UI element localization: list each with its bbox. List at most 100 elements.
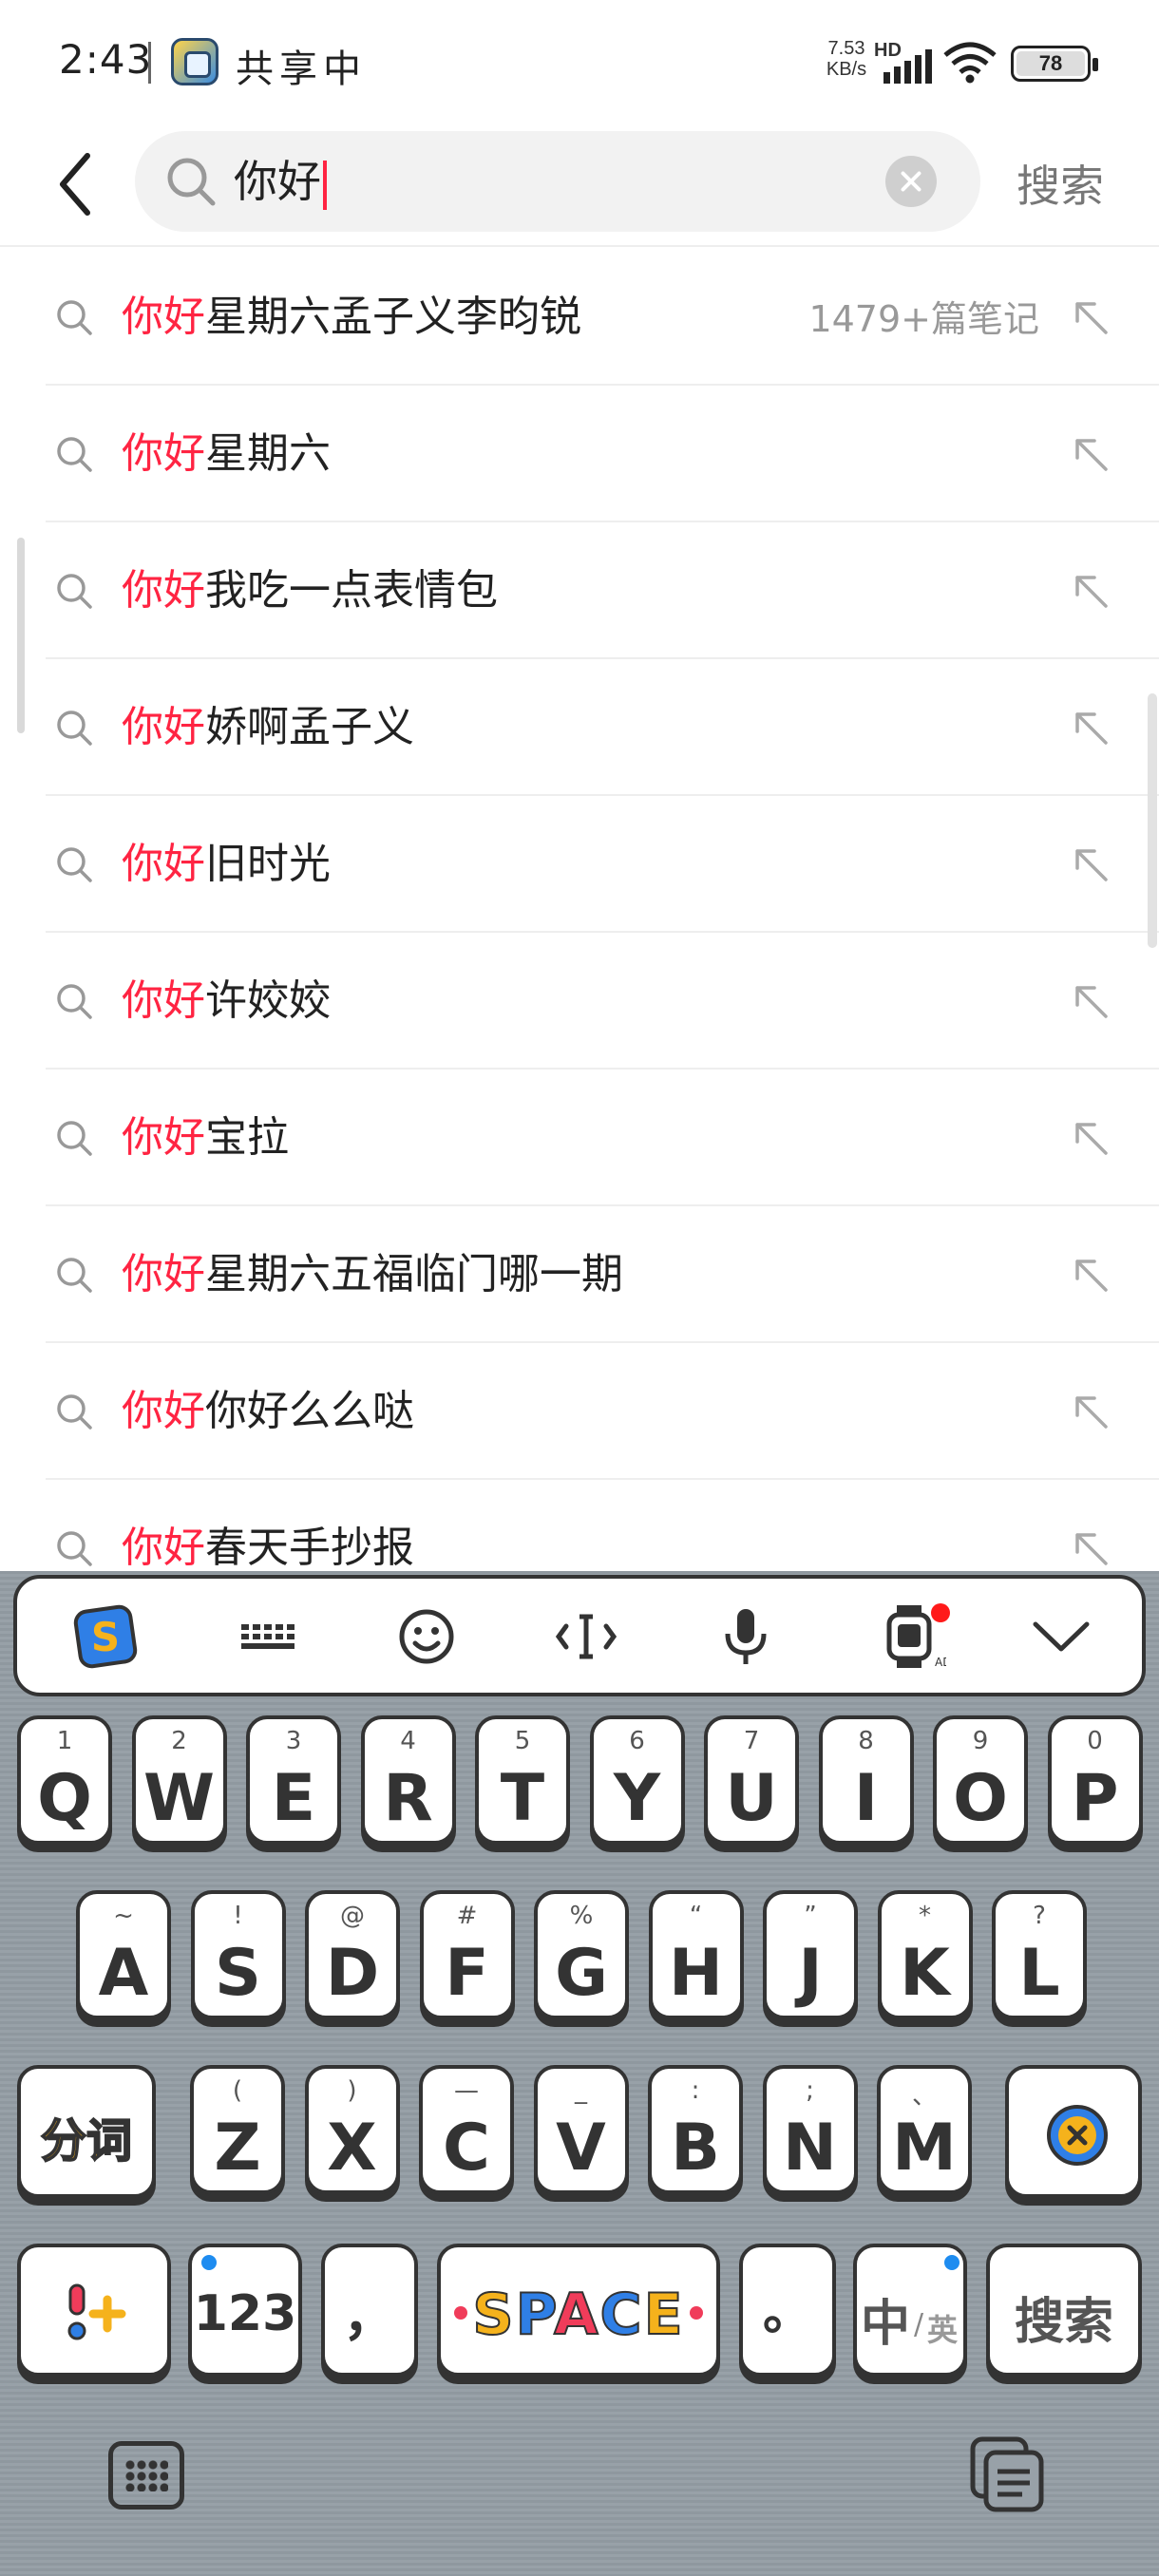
fill-query-arrow-icon[interactable] [1068, 978, 1113, 1024]
search-icon [57, 847, 92, 882]
key-hint: _ [575, 2076, 587, 2105]
collapse-keyboard-icon[interactable] [1026, 1601, 1096, 1672]
fill-query-arrow-icon[interactable] [1068, 705, 1113, 750]
backspace-key[interactable] [1005, 2065, 1142, 2198]
clipboard-icon[interactable] [967, 2434, 1047, 2515]
segment-key-label: 分词 [40, 2113, 133, 2169]
key-label: F [445, 1936, 489, 2011]
scrollbar[interactable] [1148, 693, 1157, 948]
suggestion-item[interactable]: 你好星期六 [46, 386, 1159, 522]
space-key[interactable]: SPACE [437, 2244, 720, 2377]
suggestion-item[interactable]: 你好许姣姣 [46, 933, 1159, 1070]
keyboard-layout-icon[interactable] [232, 1601, 302, 1672]
suggestion-highlight: 你好 [122, 840, 205, 888]
numeric-key[interactable]: 123 [188, 2244, 302, 2377]
microphone-icon[interactable] [711, 1601, 781, 1672]
key-label: K [900, 1936, 950, 2011]
suggestion-item[interactable]: 你好星期六五福临门哪一期 [46, 1206, 1159, 1343]
search-box[interactable]: 你好 [135, 131, 980, 232]
text-cursor [323, 160, 327, 210]
fill-query-arrow-icon[interactable] [1068, 568, 1113, 614]
key-r[interactable]: 4R [360, 1715, 456, 1845]
language-switch-key[interactable]: 中 / 英 [853, 2244, 967, 2377]
period-key-label: 。 [762, 2284, 812, 2341]
key-y[interactable]: 6Y [589, 1715, 685, 1845]
key-h[interactable]: “H [648, 1890, 744, 2019]
suggestion-item[interactable]: 你好旧时光 [46, 796, 1159, 933]
key-label: A [98, 1936, 149, 2011]
suggestion-text: 你好星期六孟子义李昀锐 [122, 287, 581, 348]
suggestion-item[interactable]: 你好春天手抄报 [46, 1480, 1159, 1571]
search-icon [167, 158, 216, 206]
segment-key[interactable]: 分词 [17, 2065, 156, 2198]
comma-key[interactable]: ， [321, 2244, 418, 2377]
key-c[interactable]: — C [419, 2065, 514, 2194]
key-q[interactable]: 1Q [17, 1715, 112, 1845]
suggestion-text: 你好宝拉 [122, 1108, 289, 1168]
key-label: L [1018, 1936, 1060, 2011]
key-x[interactable]: ) X [304, 2065, 400, 2194]
suggestion-item[interactable]: 你好宝拉 [46, 1070, 1159, 1206]
enter-search-key[interactable]: 搜索 [986, 2244, 1142, 2377]
key-hint: 4 [400, 1727, 416, 1755]
search-input[interactable]: 你好 [234, 148, 327, 215]
search-header: 你好 搜索 [0, 123, 1159, 247]
key-v[interactable]: _ V [533, 2065, 629, 2194]
suggestion-item[interactable]: 你好你好么么哒 [46, 1343, 1159, 1480]
fill-query-arrow-icon[interactable] [1068, 842, 1113, 887]
key-m[interactable]: 、 M [877, 2065, 972, 2194]
notification-dot [931, 1603, 950, 1622]
key-t[interactable]: 5T [475, 1715, 570, 1845]
signal-icon [884, 49, 932, 84]
keyboard-switch-icon[interactable] [108, 2441, 184, 2510]
key-l[interactable]: ? L [992, 1890, 1087, 2019]
key-n[interactable]: ; N [762, 2065, 858, 2194]
fill-query-arrow-icon[interactable] [1068, 1115, 1113, 1161]
key-f[interactable]: # F [419, 1890, 515, 2019]
suggestion-highlight: 你好 [122, 293, 205, 341]
key-label: Q [37, 1761, 92, 1836]
space-right-dot [690, 2306, 703, 2320]
key-d[interactable]: @ D [305, 1890, 400, 2019]
fill-query-arrow-icon[interactable] [1068, 294, 1113, 340]
key-hint: 8 [858, 1727, 874, 1755]
emoji-panel-key[interactable] [17, 2244, 171, 2377]
suggestion-item[interactable]: 你好我吃一点表情包 [46, 522, 1159, 659]
key-hint: ~ [113, 1902, 134, 1930]
suggestion-item[interactable]: 你好星期六孟子义李昀锐 1479+篇笔记 [46, 249, 1159, 386]
fill-query-arrow-icon[interactable] [1068, 1525, 1113, 1571]
key-e[interactable]: 3E [246, 1715, 341, 1845]
key-hint: ” [804, 1902, 817, 1930]
emoji-icon[interactable] [391, 1601, 462, 1672]
key-u[interactable]: 7U [704, 1715, 799, 1845]
key-label: N [783, 2111, 837, 2186]
key-hint: 、 [911, 2082, 937, 2111]
sogou-logo-icon[interactable]: S [70, 1601, 141, 1672]
key-s[interactable]: ! S [190, 1890, 286, 2019]
key-o[interactable]: 9O [933, 1715, 1028, 1845]
key-p[interactable]: 0P [1047, 1715, 1143, 1845]
suggestion-rest: 春天手抄报 [205, 1524, 414, 1571]
period-key[interactable]: 。 [739, 2244, 836, 2377]
key-k[interactable]: * K [877, 1890, 973, 2019]
fill-query-arrow-icon[interactable] [1068, 431, 1113, 477]
suggestion-text: 你好旧时光 [122, 834, 331, 895]
key-b[interactable]: :B [648, 2065, 743, 2194]
key-i[interactable]: 8I [818, 1715, 914, 1845]
key-g[interactable]: % G [534, 1890, 629, 2019]
fill-query-arrow-icon[interactable] [1068, 1252, 1113, 1297]
fill-query-arrow-icon[interactable] [1068, 1389, 1113, 1434]
search-button[interactable]: 搜索 [1016, 152, 1104, 215]
key-a[interactable]: ~ A [76, 1890, 171, 2019]
suggestion-rest: 我吃一点表情包 [205, 566, 498, 615]
back-arrow-icon[interactable] [49, 148, 103, 220]
cursor-move-icon[interactable] [551, 1601, 621, 1672]
key-j[interactable]: ” J [763, 1890, 858, 2019]
key-w[interactable]: 2W [131, 1715, 227, 1845]
indicator-dot [201, 2255, 217, 2270]
key-z[interactable]: (Z [190, 2065, 285, 2194]
suggestion-item[interactable]: 你好娇啊孟子义 [46, 659, 1159, 796]
key-label: Z [214, 2111, 261, 2186]
wifi-icon [943, 42, 997, 84]
clear-icon[interactable] [885, 156, 937, 207]
